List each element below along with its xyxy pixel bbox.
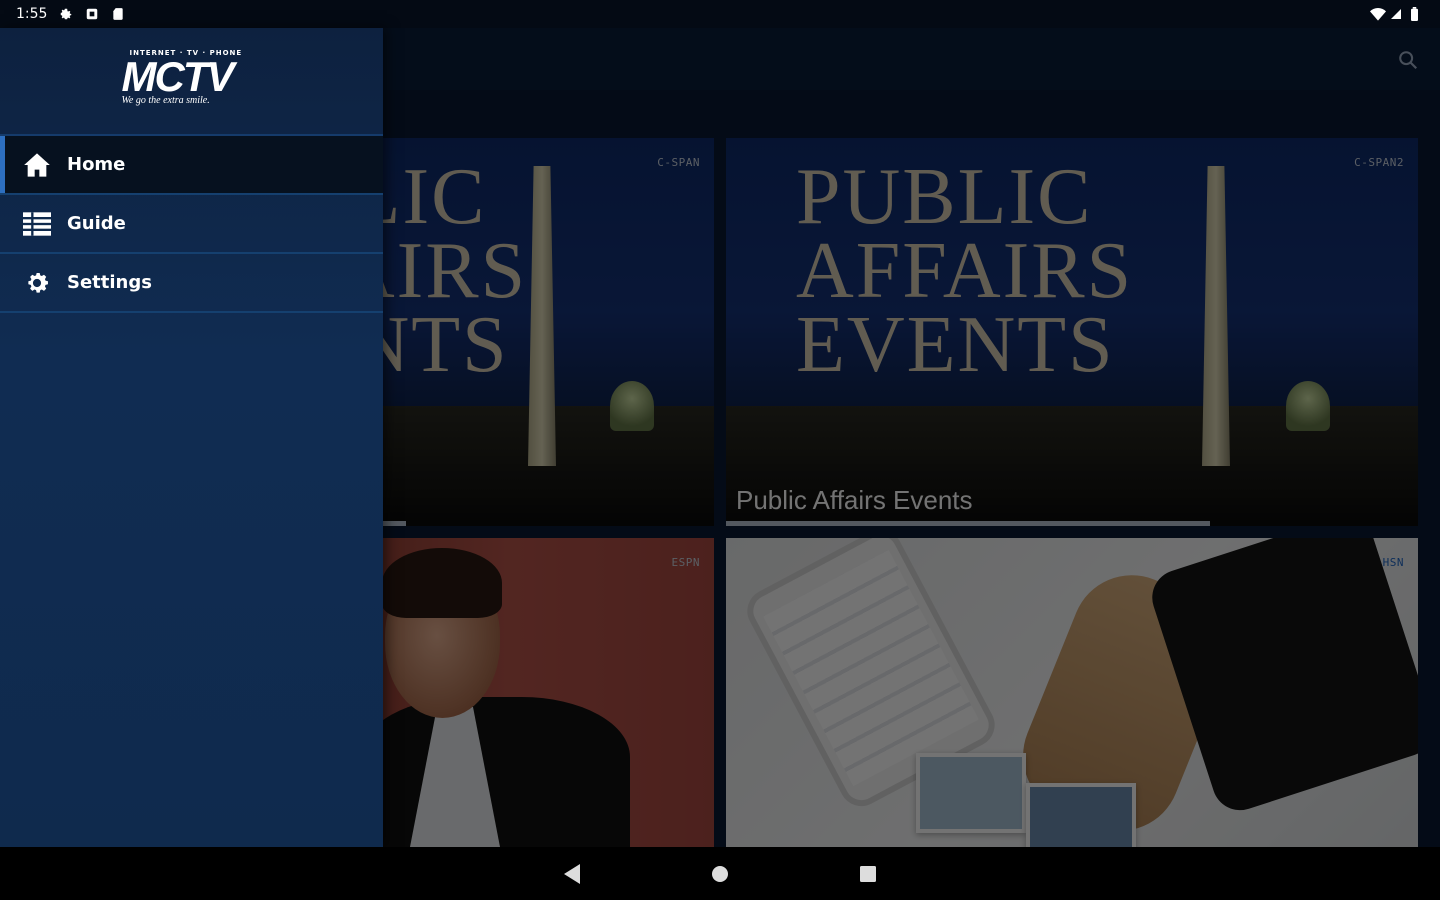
logo-tagline-bottom: We go the extra smile. <box>121 95 210 106</box>
gear-status-icon <box>59 7 73 21</box>
system-navigation-bar <box>0 847 1440 900</box>
gear-icon <box>22 268 52 298</box>
drawer-item-guide[interactable]: Guide <box>0 195 383 254</box>
drawer-item-label: Settings <box>67 272 152 293</box>
progress-bar <box>726 521 1211 526</box>
app-screen: 1:55 C-SPAN PUBLIC AFFAIRS EVENTS C-SPAN… <box>0 0 1440 900</box>
mctv-logo: INTERNET · TV · PHONE MCTV We go the ext… <box>122 49 262 113</box>
battery-icon <box>1410 7 1424 21</box>
channel-tile[interactable]: HSN <box>726 538 1418 847</box>
search-icon <box>1399 51 1418 70</box>
signal-icon <box>1390 7 1404 21</box>
notification-status-icon <box>85 7 99 21</box>
channel-logo: ESPN <box>671 556 700 569</box>
search-button[interactable] <box>1394 46 1422 74</box>
drawer-item-label: Guide <box>67 213 126 234</box>
square-recents-icon <box>860 865 876 882</box>
recents-button[interactable] <box>853 859 883 889</box>
circle-home-icon <box>712 865 728 882</box>
status-bar: 1:55 <box>0 0 1440 28</box>
navigation-drawer: INTERNET · TV · PHONE MCTV We go the ext… <box>0 28 383 847</box>
drawer-header: INTERNET · TV · PHONE MCTV We go the ext… <box>0 28 383 136</box>
drawer-item-label: Home <box>67 154 126 175</box>
channel-logo: C-SPAN <box>657 156 700 169</box>
channel-tile[interactable]: Public Affairs Events C-SPAN2 Public Aff… <box>726 138 1418 526</box>
back-button[interactable] <box>557 859 587 889</box>
drawer-item-settings[interactable]: Settings <box>0 254 383 313</box>
home-icon <box>22 150 52 180</box>
wifi-icon <box>1370 7 1386 21</box>
drawer-item-home[interactable]: Home <box>0 136 383 195</box>
status-time: 1:55 <box>16 6 48 22</box>
channel-logo: C-SPAN2 <box>1354 156 1404 169</box>
sd-card-status-icon <box>111 7 125 21</box>
logo-wordmark: MCTV <box>121 53 235 100</box>
back-icon <box>564 863 580 884</box>
list-icon <box>22 209 52 239</box>
program-title: Public Affairs Events <box>736 485 973 515</box>
home-button[interactable] <box>705 859 735 889</box>
tile-art-title: Public Affairs Events <box>796 153 1134 389</box>
channel-logo: HSN <box>1382 556 1404 569</box>
